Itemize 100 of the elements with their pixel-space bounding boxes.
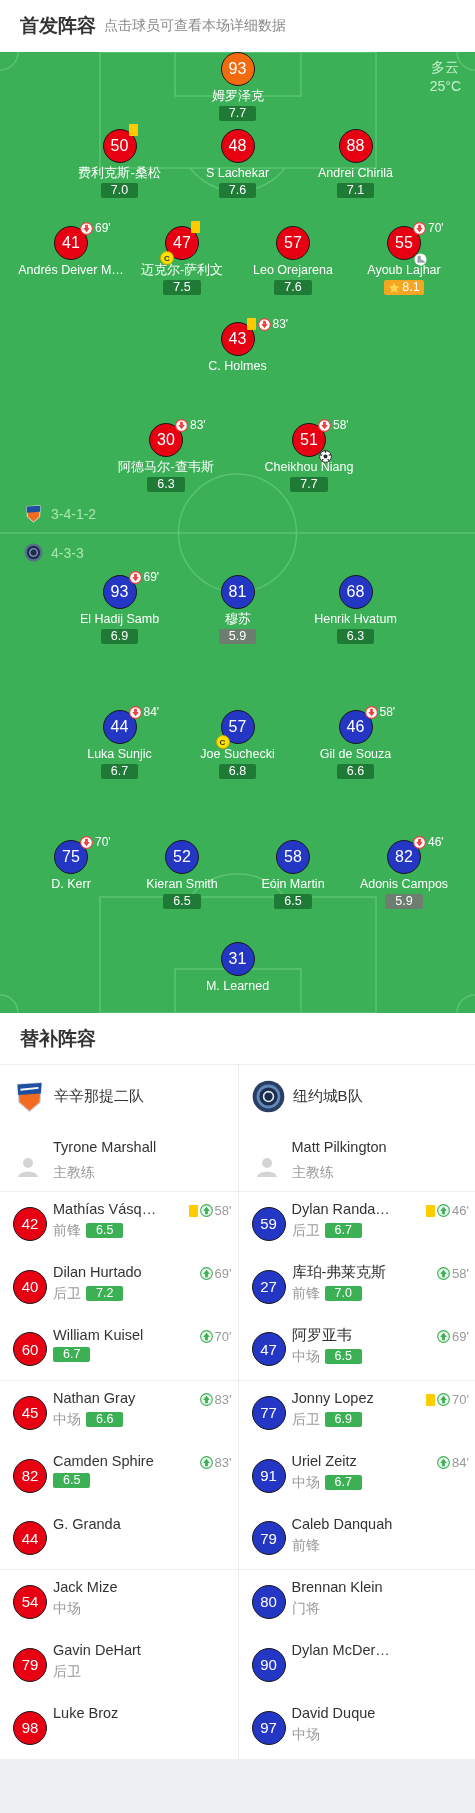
player-number[interactable]: 46	[338, 710, 373, 744]
player-number[interactable]: 55	[387, 226, 421, 260]
player-number[interactable]: 50	[102, 129, 137, 163]
player-number[interactable]: 77	[251, 1395, 286, 1430]
substitution-minute: 84'	[452, 1455, 469, 1470]
substitution-minute: 70'	[95, 835, 111, 849]
player-number[interactable]: 97	[251, 1710, 286, 1745]
player-number[interactable]: 81	[220, 575, 255, 609]
player-number[interactable]: 30	[149, 423, 183, 457]
substitution-off-icon	[80, 835, 93, 849]
player-name: Gil de Souza	[319, 747, 392, 762]
player-position: 前锋	[53, 1221, 81, 1239]
player-name: Gavin DeHart	[53, 1641, 142, 1660]
substitution-off-icon	[175, 418, 188, 432]
substitution-minute: 58'	[452, 1266, 469, 1281]
player-number[interactable]: 82	[387, 840, 421, 874]
player-number[interactable]: 31	[220, 942, 255, 976]
player-number[interactable]: 98	[13, 1710, 47, 1745]
player-rating: 6.8	[218, 764, 257, 779]
player-number[interactable]: 80	[251, 1584, 286, 1619]
player-number[interactable]: 41	[54, 226, 88, 260]
player-number[interactable]: 88	[338, 129, 373, 163]
substitution-minute: 69'	[95, 221, 111, 235]
player-position: 后卫	[53, 1284, 81, 1302]
player-name: Dilan Hurtado	[53, 1263, 143, 1282]
player-rating: 6.5	[163, 894, 201, 909]
player-number[interactable]: 68	[338, 575, 373, 609]
temperature: 25°C	[429, 77, 461, 96]
player-number[interactable]: 44	[102, 710, 137, 744]
player-rating: 5.9	[385, 894, 423, 909]
player-position: 中场	[53, 1599, 81, 1617]
section-title: 首发阵容	[20, 14, 96, 38]
player-name: 阿德马尔-查韦斯	[118, 460, 214, 475]
substitution-minute: 46'	[428, 835, 444, 849]
player-name: Eóin Martin	[261, 877, 325, 892]
player-rating: 6.6	[86, 1411, 124, 1427]
substitution-on-icon	[199, 1393, 213, 1406]
player-name: Dylan McDer…	[291, 1641, 391, 1660]
substitution-minute: 58'	[379, 705, 396, 719]
substitution-minute: 69'	[143, 570, 160, 584]
player-number[interactable]: 82	[13, 1458, 47, 1493]
player-number[interactable]: 45	[13, 1395, 47, 1430]
player-position: 中场	[53, 1410, 81, 1428]
substitution-minute: 83'	[272, 317, 289, 331]
substitution-minute: 70'	[452, 1392, 469, 1407]
substitution-on-icon	[199, 1204, 213, 1217]
player-number[interactable]: 79	[251, 1521, 286, 1555]
player-number[interactable]: 51	[292, 423, 326, 457]
player-name: C. Holmes	[208, 359, 267, 374]
player-name: Joe Suchecki	[200, 747, 275, 762]
player-name: Dylan Randa…	[291, 1200, 391, 1219]
player-number[interactable]: 43	[220, 322, 255, 356]
player-number[interactable]: 47	[251, 1332, 286, 1366]
player-rating: 7.0	[324, 1285, 362, 1301]
player-number[interactable]: 79	[13, 1647, 47, 1682]
substitution-minute: 46'	[452, 1203, 469, 1218]
player-name: Camden Sphire	[53, 1452, 155, 1471]
substitution-minute: 83'	[214, 1455, 232, 1470]
player-rating: 7.7	[290, 477, 328, 492]
coach-role: 主教练	[291, 1163, 335, 1181]
player-name: 穆苏	[224, 612, 251, 627]
player-name: Henrik Hvatum	[314, 612, 397, 627]
player-number[interactable]: 27	[251, 1269, 286, 1304]
substitution-off-icon	[128, 705, 142, 719]
player-name: G. Granda	[53, 1515, 122, 1534]
player-number[interactable]: 75	[54, 840, 88, 874]
player-number[interactable]: 42	[13, 1206, 47, 1241]
player-name: Mathías Vásq…	[53, 1200, 158, 1219]
player-name: El Hadij Samb	[79, 612, 160, 627]
player-number[interactable]: 58	[276, 840, 310, 874]
player-number[interactable]: 54	[13, 1584, 47, 1619]
player-name: Luka Sunjic	[87, 747, 152, 762]
substitution-minute: 84'	[143, 705, 160, 719]
player-rating: 6.7	[324, 1222, 362, 1238]
formation-label: 3-4-1-2	[51, 505, 97, 522]
player-number[interactable]: 57	[276, 226, 310, 260]
player-position: 后卫	[291, 1410, 320, 1428]
player-rating: 6.3	[147, 477, 185, 492]
player-name: Brennan Klein	[291, 1578, 384, 1597]
player-name: David Duque	[291, 1704, 377, 1723]
player-number[interactable]: 59	[251, 1206, 286, 1241]
player-number[interactable]: 93	[102, 575, 137, 609]
captain-badge: C	[215, 735, 230, 749]
player-number[interactable]: 48	[220, 129, 255, 163]
player-name: S Lachekar	[205, 166, 270, 181]
player-name: Adonis Campos	[359, 877, 449, 892]
player-number[interactable]: 52	[165, 840, 199, 874]
player-name: 姆罗泽克	[211, 89, 264, 104]
player-rating: 6.5	[86, 1222, 124, 1238]
player-number[interactable]: 91	[251, 1458, 286, 1493]
player-rating: 6.9	[100, 629, 139, 644]
player-number[interactable]: 60	[13, 1332, 47, 1366]
player-number[interactable]: 44	[13, 1521, 47, 1555]
player-position: 门将	[291, 1599, 320, 1617]
substitution-off-icon	[318, 418, 331, 432]
player-number[interactable]: 40	[13, 1269, 47, 1304]
player-number[interactable]: 90	[251, 1647, 286, 1682]
player-rating: 7.7	[218, 106, 257, 121]
player-position: 后卫	[53, 1662, 81, 1680]
substitution-on-icon	[199, 1267, 213, 1280]
